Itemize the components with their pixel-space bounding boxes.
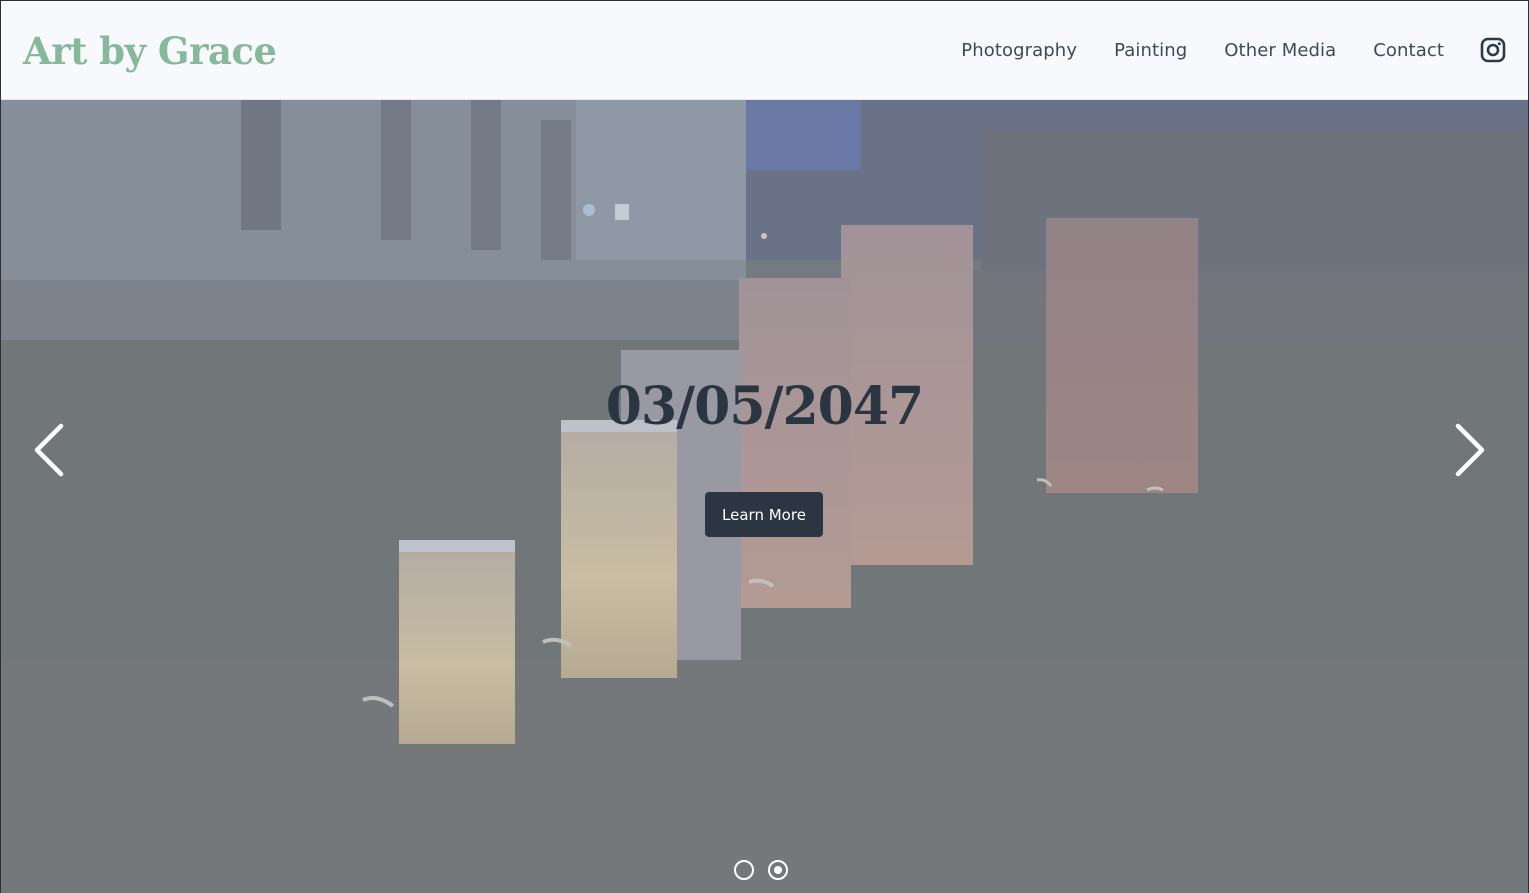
nav-item-other-media[interactable]: Other Media — [1224, 40, 1336, 61]
learn-more-button[interactable]: Learn More — [705, 492, 823, 537]
site-logo[interactable]: Art by Grace — [23, 29, 277, 73]
hero-carousel: 03/05/2047 Learn More — [1, 100, 1528, 893]
chevron-right-icon[interactable] — [1450, 422, 1490, 478]
nav-item-contact[interactable]: Contact — [1373, 40, 1444, 61]
instagram-icon[interactable] — [1480, 37, 1506, 63]
hero-title: 03/05/2047 — [605, 376, 924, 437]
nav-item-painting[interactable]: Painting — [1114, 40, 1187, 61]
chevron-left-icon[interactable] — [29, 422, 69, 478]
carousel-dot-2[interactable] — [768, 860, 788, 880]
site-header: Art by Grace Photography Painting Other … — [1, 1, 1528, 100]
main-nav: Photography Painting Other Media Contact — [961, 37, 1506, 63]
carousel-dot-1[interactable] — [734, 860, 754, 880]
nav-item-photography[interactable]: Photography — [961, 40, 1077, 61]
carousel-indicators — [734, 860, 788, 880]
